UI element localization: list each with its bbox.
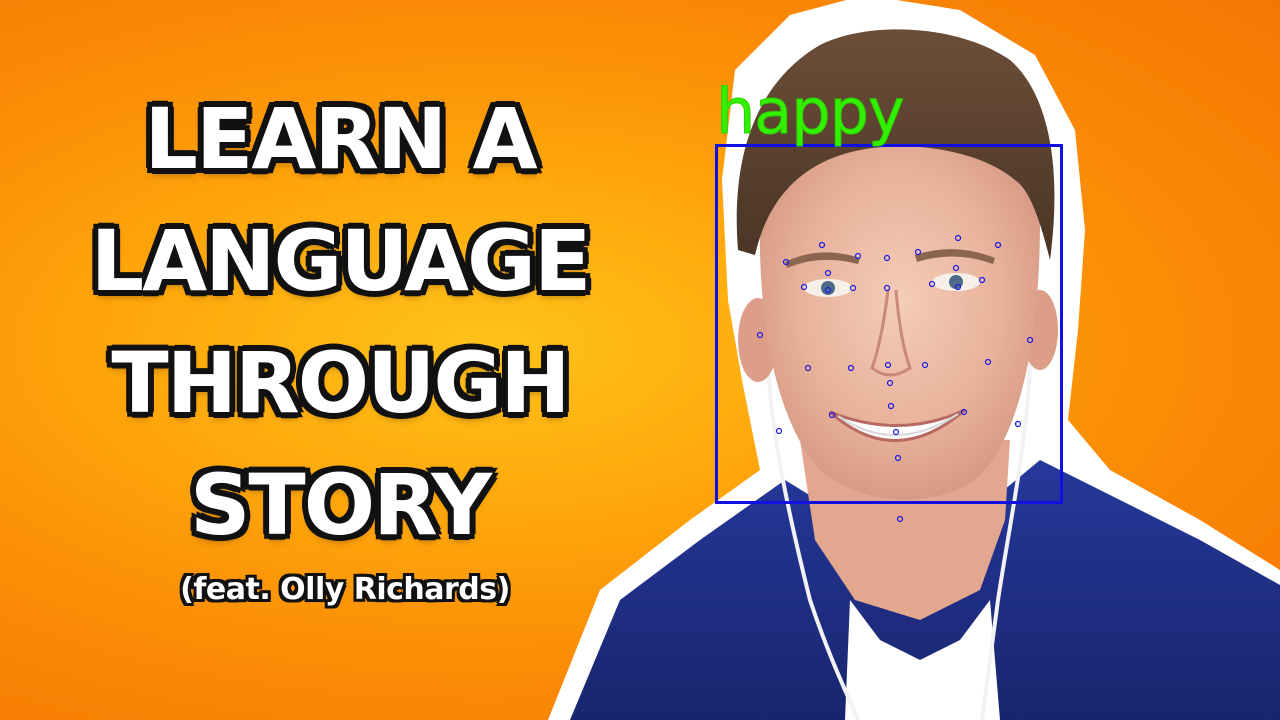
face-detection-box (715, 144, 1063, 504)
person-photo (548, 0, 1280, 720)
emotion-label: happy (716, 75, 906, 149)
